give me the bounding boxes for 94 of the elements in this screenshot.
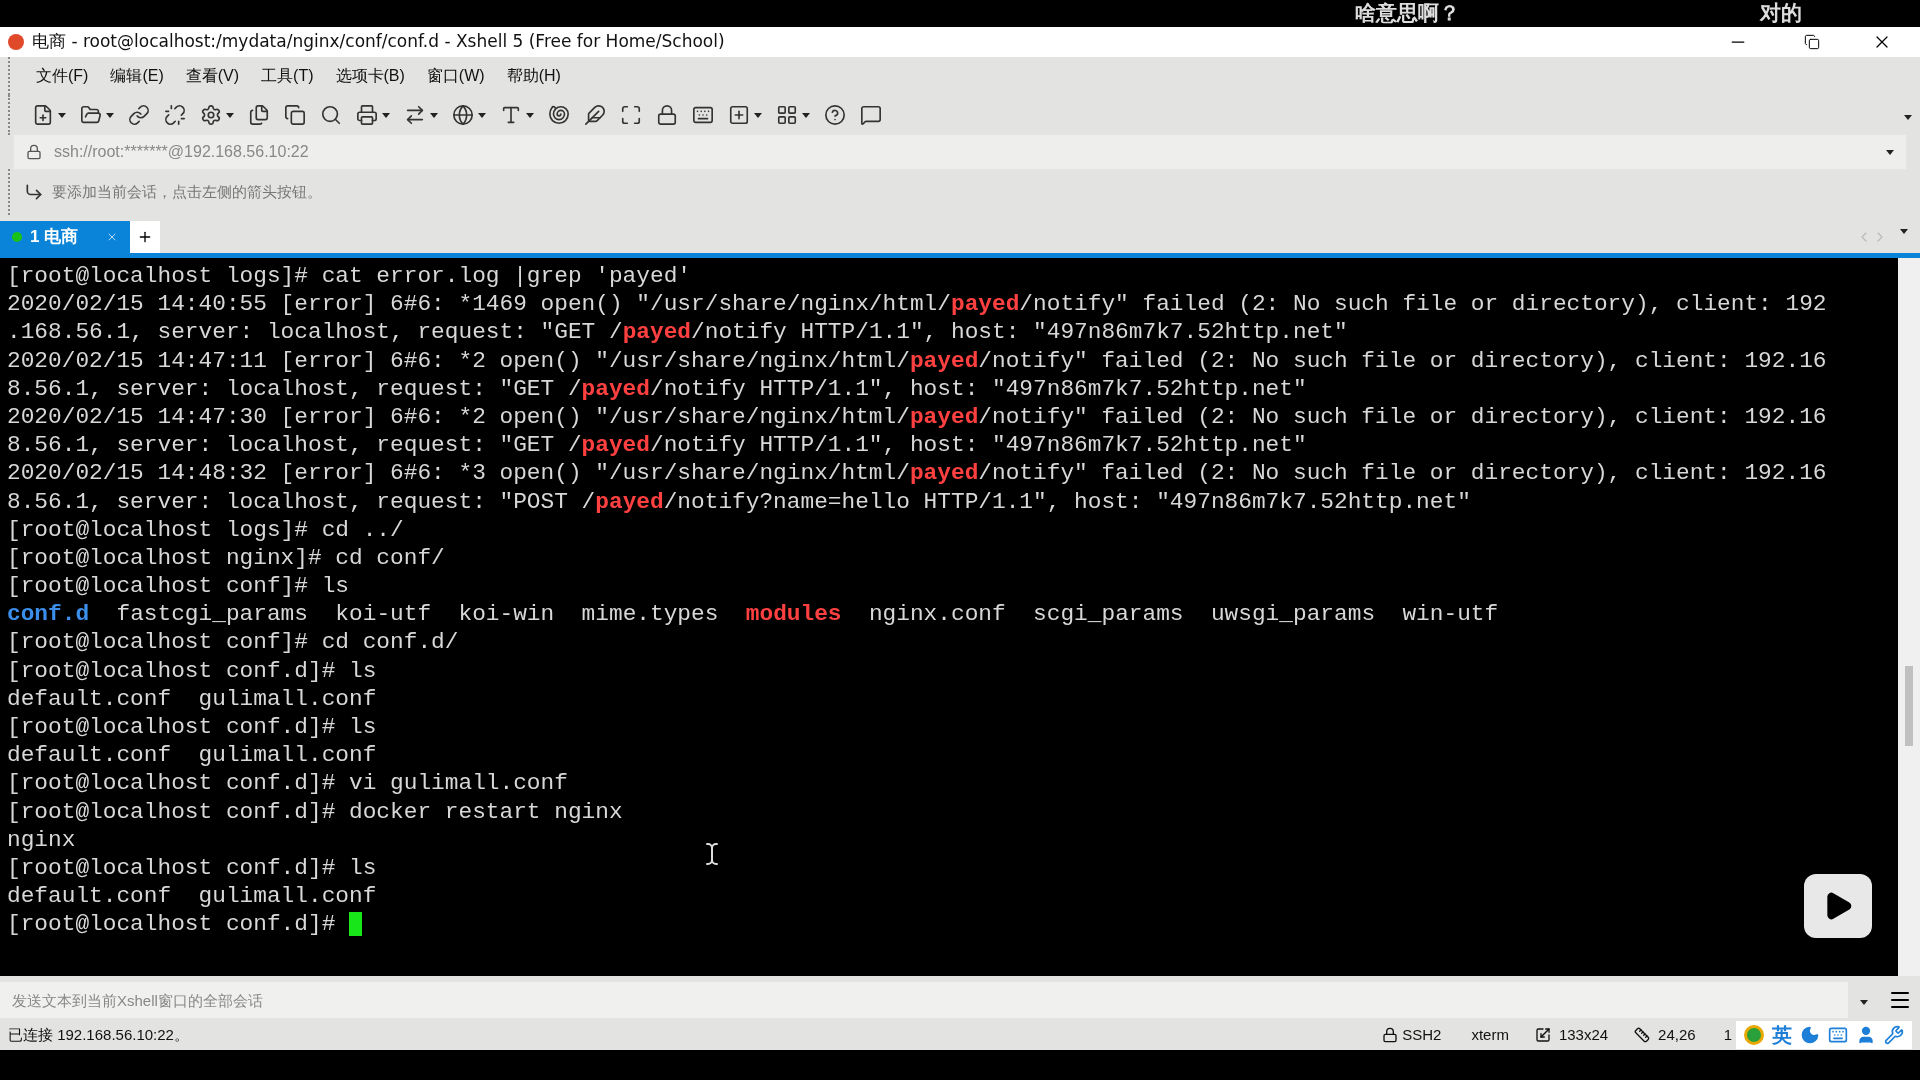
menu-item[interactable]: 文件(F) xyxy=(36,64,89,88)
paste-icon[interactable] xyxy=(284,104,306,126)
resize-icon xyxy=(1534,1027,1551,1043)
caret-icon xyxy=(430,112,438,118)
terminal-line: [root@localhost conf.d]# ls xyxy=(7,713,377,742)
terminal-line: 2020/02/15 14:48:32 [error] 6#6: *3 open() "/usr/share/nginx/html/payed/notify" failed (2: No such file or directory), client: 192.16 xyxy=(7,459,1827,488)
caret-icon xyxy=(1886,149,1894,155)
new-session-icon[interactable] xyxy=(32,104,54,126)
folder-icon[interactable] xyxy=(80,104,102,126)
caret-icon xyxy=(382,112,390,118)
send-field[interactable]: 发送文本到当前Xshell窗口的全部会话 xyxy=(0,982,1848,1018)
help-icon[interactable] xyxy=(824,104,846,126)
menu-item[interactable]: 帮助(H) xyxy=(506,64,561,88)
overlay-comment: 啥意思啊？ xyxy=(1355,0,1460,27)
caret-icon xyxy=(802,112,810,118)
feather-icon[interactable] xyxy=(584,104,606,126)
connection-status: 已连接 192.168.56.10:22。 xyxy=(8,1024,190,1045)
terminal-line: [root@localhost conf.d]# xyxy=(7,910,337,939)
caret-icon xyxy=(1860,1000,1868,1005)
overlay-comment: 对的 xyxy=(1760,0,1802,27)
window-title: 电商 - root@localhost:/mydata/nginx/conf/conf.d - Xshell 5 (Free for Home/School) xyxy=(32,30,725,54)
caret-icon xyxy=(226,112,234,118)
status-text: 1 xyxy=(1723,1024,1732,1045)
restore-icon[interactable] xyxy=(1804,34,1820,50)
caret-icon xyxy=(106,112,114,118)
caret-icon xyxy=(1900,229,1908,234)
moon-icon[interactable] xyxy=(1800,1025,1820,1045)
terminal-line: nginx xyxy=(7,825,76,854)
caret-icon xyxy=(58,112,66,118)
keyboard-icon[interactable] xyxy=(692,104,714,126)
terminal-line: [root@localhost conf.d]# vi gulimall.conf xyxy=(7,769,568,798)
terminal-line: [root@localhost conf.d]# ls xyxy=(7,656,377,685)
font-icon[interactable] xyxy=(500,104,522,126)
disconnect-icon[interactable] xyxy=(164,104,186,126)
user-icon[interactable] xyxy=(1856,1025,1876,1045)
terminal-line: [root@localhost nginx]# cd conf/ xyxy=(7,543,445,573)
lock-icon xyxy=(1382,1027,1399,1043)
ime-language[interactable]: 英 xyxy=(1772,1020,1792,1050)
terminal-line: [root@localhost conf]# cd conf.d/ xyxy=(7,628,459,657)
scroll-thumb[interactable] xyxy=(1905,666,1913,746)
address-text: ssh://root:*******@192.168.56.10:22 xyxy=(54,142,310,162)
menu-item[interactable]: 工具(T) xyxy=(261,64,314,88)
print-icon[interactable] xyxy=(356,104,378,126)
wrench-icon[interactable] xyxy=(1884,1025,1904,1045)
terminal-line: 8.56.1, server: localhost, request: "POST /payed/notify?name=hello HTTP/1.1", host: "497n86m7k7.52http.net" xyxy=(7,487,1471,516)
terminal-size: 133x24 xyxy=(1558,1024,1609,1045)
hint-text: 要添加当前会话，点击左侧的箭头按钮。 xyxy=(52,181,322,202)
transfer-icon[interactable] xyxy=(404,104,426,126)
tab-label: 1 电商 xyxy=(30,226,79,249)
caret-icon xyxy=(1904,115,1912,120)
video-play-icon xyxy=(1804,874,1872,938)
terminal-line: 2020/02/15 14:47:30 [error] 6#6: *2 open() "/usr/share/nginx/html/payed/notify" failed (2: No such file or directory), client: 192.16 xyxy=(7,402,1827,432)
terminal-line: default.conf gulimall.conf xyxy=(7,882,377,911)
lock-icon xyxy=(26,144,42,160)
search-icon[interactable] xyxy=(320,104,342,126)
new-tab-button[interactable] xyxy=(130,221,160,253)
copy-icon[interactable] xyxy=(248,104,270,126)
arrow-icon[interactable] xyxy=(24,182,44,202)
terminal-line: 8.56.1, server: localhost, request: "GET /payed/notify HTTP/1.1", host: "497n86m7k7.52http.net" xyxy=(7,431,1307,460)
caret-icon xyxy=(478,112,486,118)
plus-icon xyxy=(137,229,153,245)
menu-item[interactable]: 窗口(W) xyxy=(426,64,485,88)
terminal-line: [root@localhost logs]# cd ../ xyxy=(7,515,404,544)
terminal-type: xterm xyxy=(1471,1024,1509,1045)
terminal-line: [root@localhost conf]# ls xyxy=(7,572,349,601)
terminal-line: 8.56.1, server: localhost, request: "GET /payed/notify HTTP/1.1", host: "497n86m7k7.52http.net" xyxy=(7,374,1307,403)
cursor-position: 24,26 xyxy=(1658,1024,1696,1045)
terminal-line: default.conf gulimall.conf xyxy=(7,684,377,713)
app-logo-icon xyxy=(8,34,24,50)
caret-icon xyxy=(526,112,534,118)
terminal-line: 2020/02/15 14:40:55 [error] 6#6: *1469 open() "/usr/share/nginx/html/payed/notify" failed (2: No such file or directory), client: 192 xyxy=(7,290,1827,319)
terminal-line: .168.56.1, server: localhost, request: "GET /payed/notify HTTP/1.1", host: "497n86m7k7.52http.net" xyxy=(7,318,1348,347)
terminal-line: conf.d fastcgi_params koi-utf koi-win mime.types modules nginx.conf scgi_params uwsgi_params win-utf xyxy=(7,600,1499,629)
terminal-line: [root@localhost conf.d]# ls xyxy=(7,853,377,883)
globe-icon[interactable] xyxy=(452,104,474,126)
menu-item[interactable]: 编辑(E) xyxy=(110,64,164,88)
menu-item[interactable]: 查看(V) xyxy=(185,64,240,88)
menu-item[interactable]: 选项卡(B) xyxy=(335,64,405,88)
properties-icon[interactable] xyxy=(200,104,222,126)
connect-icon[interactable] xyxy=(128,104,150,126)
chat-icon[interactable] xyxy=(860,104,882,126)
terminal-line: 2020/02/15 14:47:11 [error] 6#6: *2 open() "/usr/share/nginx/html/payed/notify" failed (2: No such file or directory), client: 192.16 xyxy=(7,346,1827,375)
session-tab[interactable]: 1 电商 xyxy=(0,221,130,253)
caret-icon xyxy=(754,112,762,118)
terminal-line: [root@localhost conf.d]# docker restart nginx xyxy=(7,797,623,826)
ime-logo-icon[interactable] xyxy=(1744,1025,1764,1045)
scrollbar[interactable] xyxy=(1898,258,1920,976)
terminal-line: [root@localhost logs]# cat error.log |grep 'payed' xyxy=(7,262,692,291)
terminal-line: default.conf gulimall.conf xyxy=(7,741,377,770)
lock-icon[interactable] xyxy=(656,104,678,126)
protocol-text: SSH2 xyxy=(1402,1024,1442,1045)
add-icon[interactable] xyxy=(728,104,750,126)
layout-icon[interactable] xyxy=(776,104,798,126)
fullscreen-icon[interactable] xyxy=(620,104,642,126)
